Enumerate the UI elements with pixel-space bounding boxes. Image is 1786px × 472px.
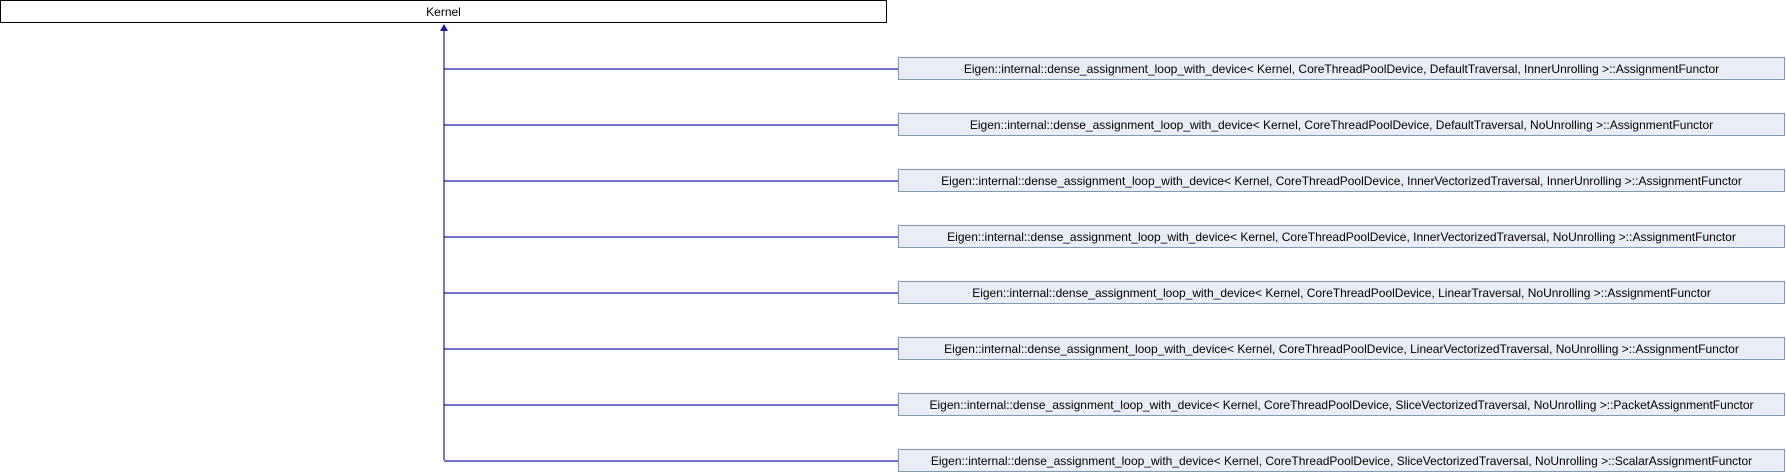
derived-class-1[interactable]: Eigen::internal::dense_assignment_loop_w… bbox=[898, 57, 1785, 80]
derived-class-5[interactable]: Eigen::internal::dense_assignment_loop_w… bbox=[898, 281, 1785, 304]
derived-class-4[interactable]: Eigen::internal::dense_assignment_loop_w… bbox=[898, 225, 1785, 248]
derived-class-7[interactable]: Eigen::internal::dense_assignment_loop_w… bbox=[898, 393, 1785, 416]
inheritance-arrowhead bbox=[440, 24, 448, 31]
derived-class-3[interactable]: Eigen::internal::dense_assignment_loop_w… bbox=[898, 169, 1785, 192]
base-class-kernel[interactable]: Kernel bbox=[0, 0, 887, 23]
derived-class-8[interactable]: Eigen::internal::dense_assignment_loop_w… bbox=[898, 449, 1785, 472]
derived-class-6[interactable]: Eigen::internal::dense_assignment_loop_w… bbox=[898, 337, 1785, 360]
derived-class-2[interactable]: Eigen::internal::dense_assignment_loop_w… bbox=[898, 113, 1785, 136]
